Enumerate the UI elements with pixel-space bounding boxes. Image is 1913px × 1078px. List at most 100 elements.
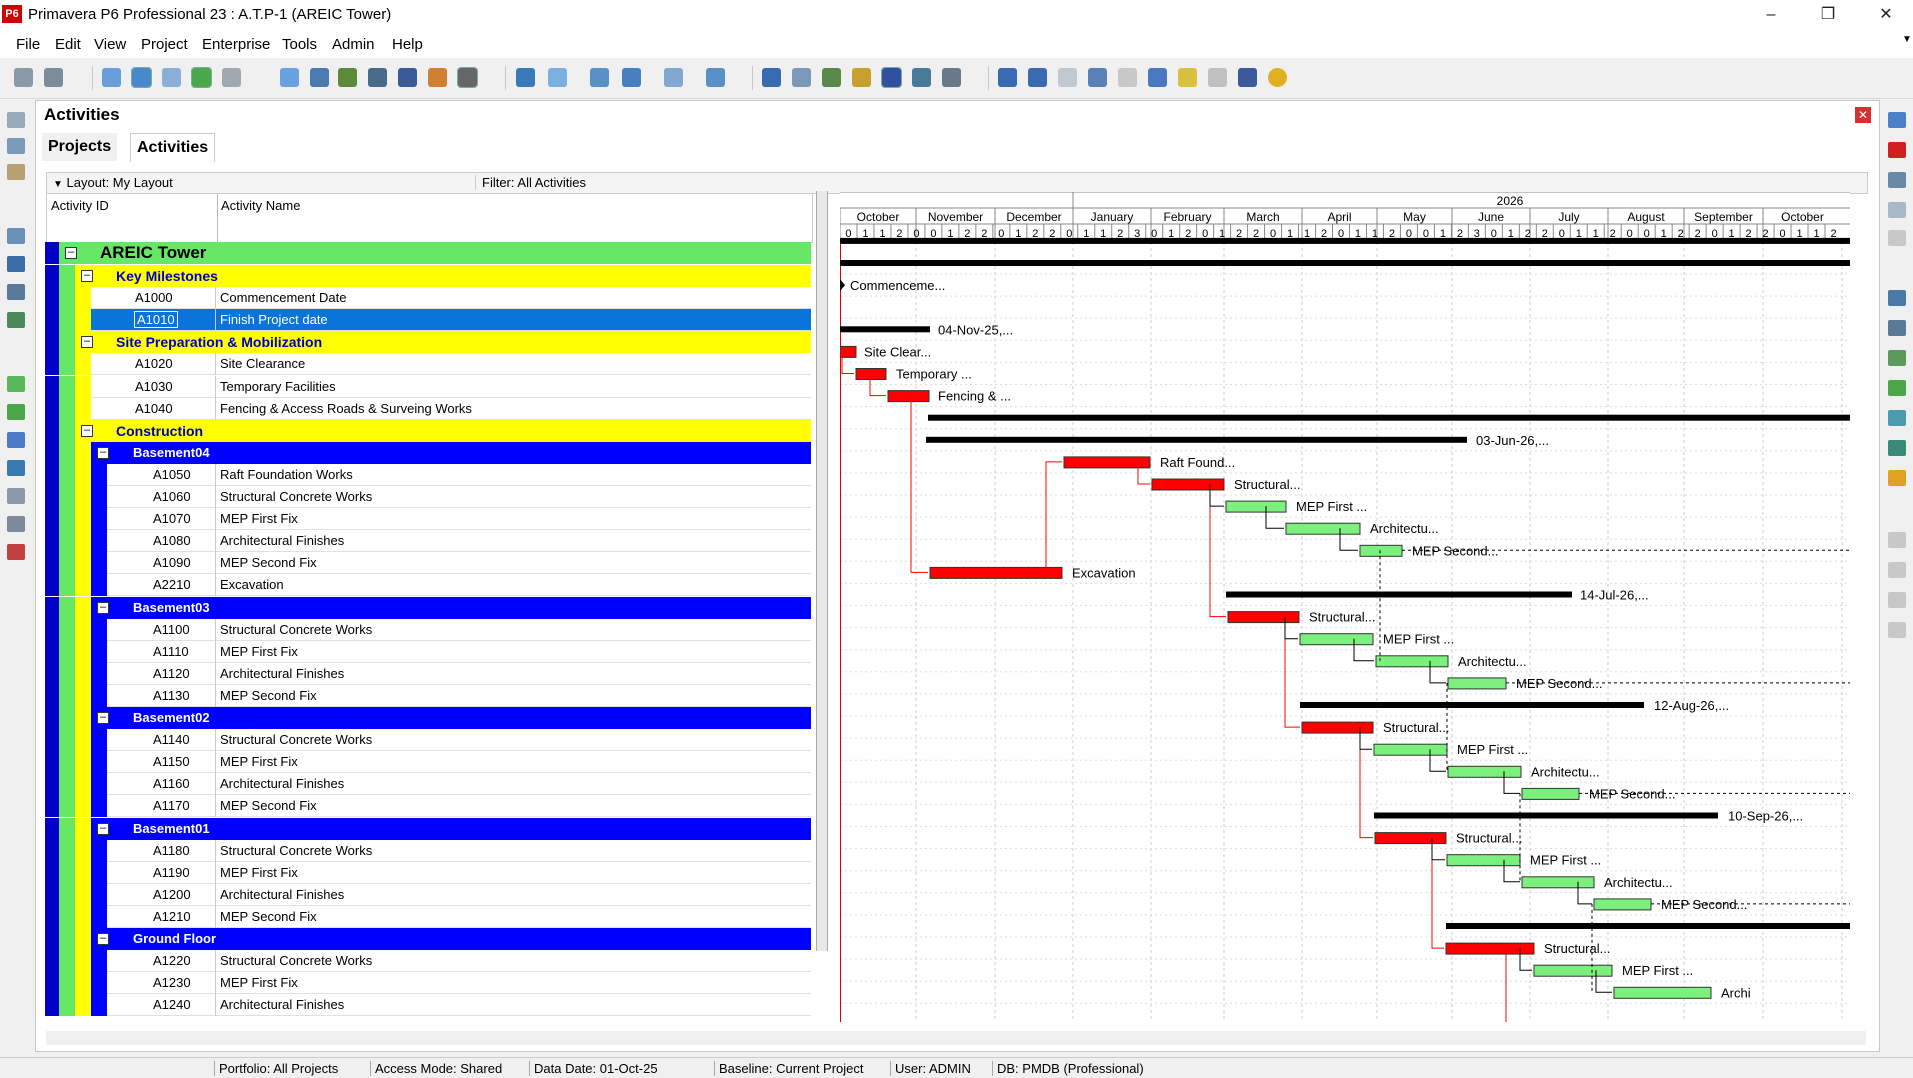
collapse-icon[interactable]: – <box>97 822 109 835</box>
activity-name[interactable]: Finish Project date <box>220 312 328 327</box>
add-icon[interactable] <box>1888 112 1906 128</box>
resource-icon[interactable] <box>398 68 417 87</box>
collapse-icon[interactable]: – <box>97 933 109 945</box>
collapse-icon[interactable]: – <box>81 336 93 349</box>
activity-name[interactable]: Structural Concrete Works <box>220 953 372 968</box>
level-icon[interactable] <box>822 68 841 87</box>
activity-name[interactable]: MEP First Fix <box>220 865 298 880</box>
assign-code-icon[interactable] <box>1888 350 1906 366</box>
collapse-icon[interactable]: – <box>81 270 93 282</box>
wbs-row[interactable]: – Basement01 <box>45 817 811 840</box>
wbs-row[interactable]: – Key Milestones <box>45 265 811 287</box>
activity-id[interactable]: A2210 <box>153 577 191 592</box>
activity-name[interactable]: MEP Second Fix <box>220 798 317 813</box>
wbs-row[interactable]: – Ground Floor <box>45 928 811 950</box>
activity-name[interactable]: Architectural Finishes <box>220 666 344 681</box>
activity-name[interactable]: Structural Concrete Works <box>220 843 372 858</box>
activity-id[interactable]: A1020 <box>135 356 173 371</box>
assign-resource-icon[interactable] <box>1888 290 1906 306</box>
chart-icon[interactable] <box>338 68 357 87</box>
zoom-out-icon[interactable] <box>1028 68 1047 87</box>
move-left-icon[interactable] <box>1888 592 1906 608</box>
copy-icon[interactable] <box>280 68 299 87</box>
table-row[interactable]: A1010 Finish Project date <box>45 309 811 332</box>
folder-icon[interactable] <box>7 138 25 154</box>
activity-id[interactable]: A1210 <box>153 909 191 924</box>
close-panel-icon[interactable]: ✕ <box>1855 107 1871 123</box>
move-down-icon[interactable] <box>1888 562 1906 578</box>
table-row[interactable]: A1100 Structural Concrete Works <box>45 618 811 641</box>
help-icon[interactable] <box>1268 68 1287 87</box>
menu-help[interactable]: Help <box>392 36 423 53</box>
table-row[interactable]: A1020 Site Clearance <box>45 353 811 376</box>
activity-name[interactable]: Structural Concrete Works <box>220 489 372 504</box>
menu-file[interactable]: File <box>16 36 40 53</box>
tab-activities[interactable]: Activities <box>130 133 216 162</box>
send-icon[interactable] <box>1238 68 1257 87</box>
activity-bar-icon[interactable] <box>7 376 25 392</box>
activity-name[interactable]: MEP First Fix <box>220 644 298 659</box>
activity-network-icon[interactable] <box>222 68 241 87</box>
cut-icon[interactable] <box>1888 172 1906 188</box>
layers-icon[interactable] <box>7 432 25 448</box>
activity-id[interactable]: A1110 <box>153 644 189 659</box>
menu-tools[interactable]: Tools <box>282 36 317 53</box>
select-arrow-icon[interactable] <box>191 67 212 88</box>
open-layout-icon[interactable] <box>368 68 387 87</box>
network-icon[interactable] <box>162 68 181 87</box>
zoom-in-icon[interactable] <box>998 68 1017 87</box>
activity-name[interactable]: Commencement Date <box>220 290 346 305</box>
schedule-icon[interactable] <box>792 68 811 87</box>
table-row[interactable]: A2210 Excavation <box>45 574 811 597</box>
table-row[interactable]: A1240 Architectural Finishes <box>45 994 811 1017</box>
notebook-icon[interactable] <box>7 488 25 504</box>
copy-cmd-icon[interactable] <box>1888 202 1906 218</box>
activity-id[interactable]: A1090 <box>153 555 191 570</box>
assign-role-icon[interactable] <box>1888 320 1906 336</box>
activity-id[interactable]: A1150 <box>153 754 190 769</box>
bottom-layout-icon[interactable] <box>1148 68 1167 87</box>
activity-id[interactable]: A1200 <box>153 887 191 902</box>
layout-selector[interactable]: ▼ Layout: My Layout <box>53 175 173 190</box>
table-row[interactable]: A1220 Structural Concrete Works <box>45 950 811 973</box>
horizontal-scrollbar[interactable] <box>46 1031 1866 1045</box>
activity-id[interactable]: A1170 <box>153 798 190 813</box>
filter-icon[interactable] <box>622 68 641 87</box>
print-setup-icon[interactable] <box>457 67 478 88</box>
close-window-button[interactable]: ✕ <box>1864 2 1908 28</box>
table-row[interactable]: A1170 MEP Second Fix <box>45 795 811 818</box>
delete-icon[interactable] <box>1888 142 1906 158</box>
pane-splitter[interactable] <box>816 191 828 951</box>
tab-projects[interactable]: Projects <box>42 133 118 161</box>
activity-id[interactable]: A1230 <box>153 975 191 990</box>
collapse-icon[interactable]: – <box>65 247 77 259</box>
collapse-icon[interactable]: – <box>97 601 109 614</box>
activity-id[interactable]: A1100 <box>153 622 190 637</box>
menu-edit[interactable]: Edit <box>55 36 81 53</box>
activity-name[interactable]: Architectural Finishes <box>220 887 344 902</box>
spreadsheet-icon[interactable] <box>762 68 781 87</box>
activity-id[interactable]: A1040 <box>135 401 173 416</box>
columns-icon[interactable] <box>548 68 567 87</box>
group-sort-icon[interactable] <box>664 68 683 87</box>
activity-name[interactable]: MEP First Fix <box>220 511 298 526</box>
table-row[interactable]: A1060 Structural Concrete Works <box>45 486 811 508</box>
activity-id[interactable]: A1160 <box>153 776 190 791</box>
split-view-icon[interactable] <box>1088 68 1107 87</box>
menu-project[interactable]: Project <box>141 36 188 53</box>
hash-icon[interactable] <box>706 68 725 87</box>
filter-label[interactable]: Filter: All Activities <box>475 175 586 190</box>
collapse-icon[interactable]: – <box>97 446 109 459</box>
activity-id[interactable]: A1010 <box>134 311 178 329</box>
activity-name[interactable]: Architectural Finishes <box>220 997 344 1012</box>
export-icon[interactable] <box>428 68 447 87</box>
activity-name[interactable]: Temporary Facilities <box>220 379 336 394</box>
activity-id[interactable]: A1240 <box>153 997 191 1012</box>
move-right-icon[interactable] <box>1888 622 1906 638</box>
progress-icon[interactable] <box>852 68 871 87</box>
wbs-row[interactable]: – Site Preparation & Mobilization <box>45 331 811 354</box>
table-row[interactable]: A1040 Fencing & Access Roads & Surveing W… <box>45 397 811 420</box>
move-up-icon[interactable] <box>1888 532 1906 548</box>
table-row[interactable]: A1120 Architectural Finishes <box>45 662 811 685</box>
activity-name[interactable]: MEP First Fix <box>220 975 298 990</box>
